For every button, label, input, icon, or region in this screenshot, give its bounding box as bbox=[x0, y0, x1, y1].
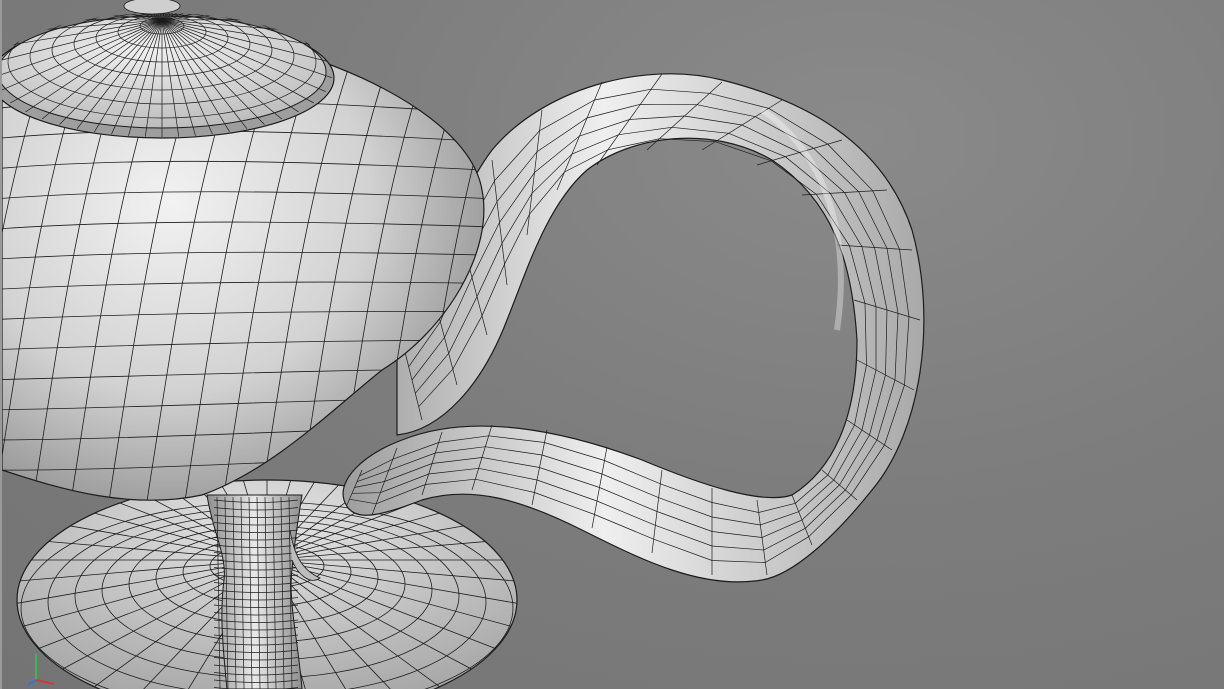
3d-viewport[interactable] bbox=[0, 0, 1224, 689]
z-axis-icon bbox=[27, 679, 37, 686]
axis-gizmo bbox=[27, 654, 55, 686]
x-axis-icon bbox=[35, 679, 55, 685]
teapot-lamp-model[interactable] bbox=[2, 0, 1224, 689]
